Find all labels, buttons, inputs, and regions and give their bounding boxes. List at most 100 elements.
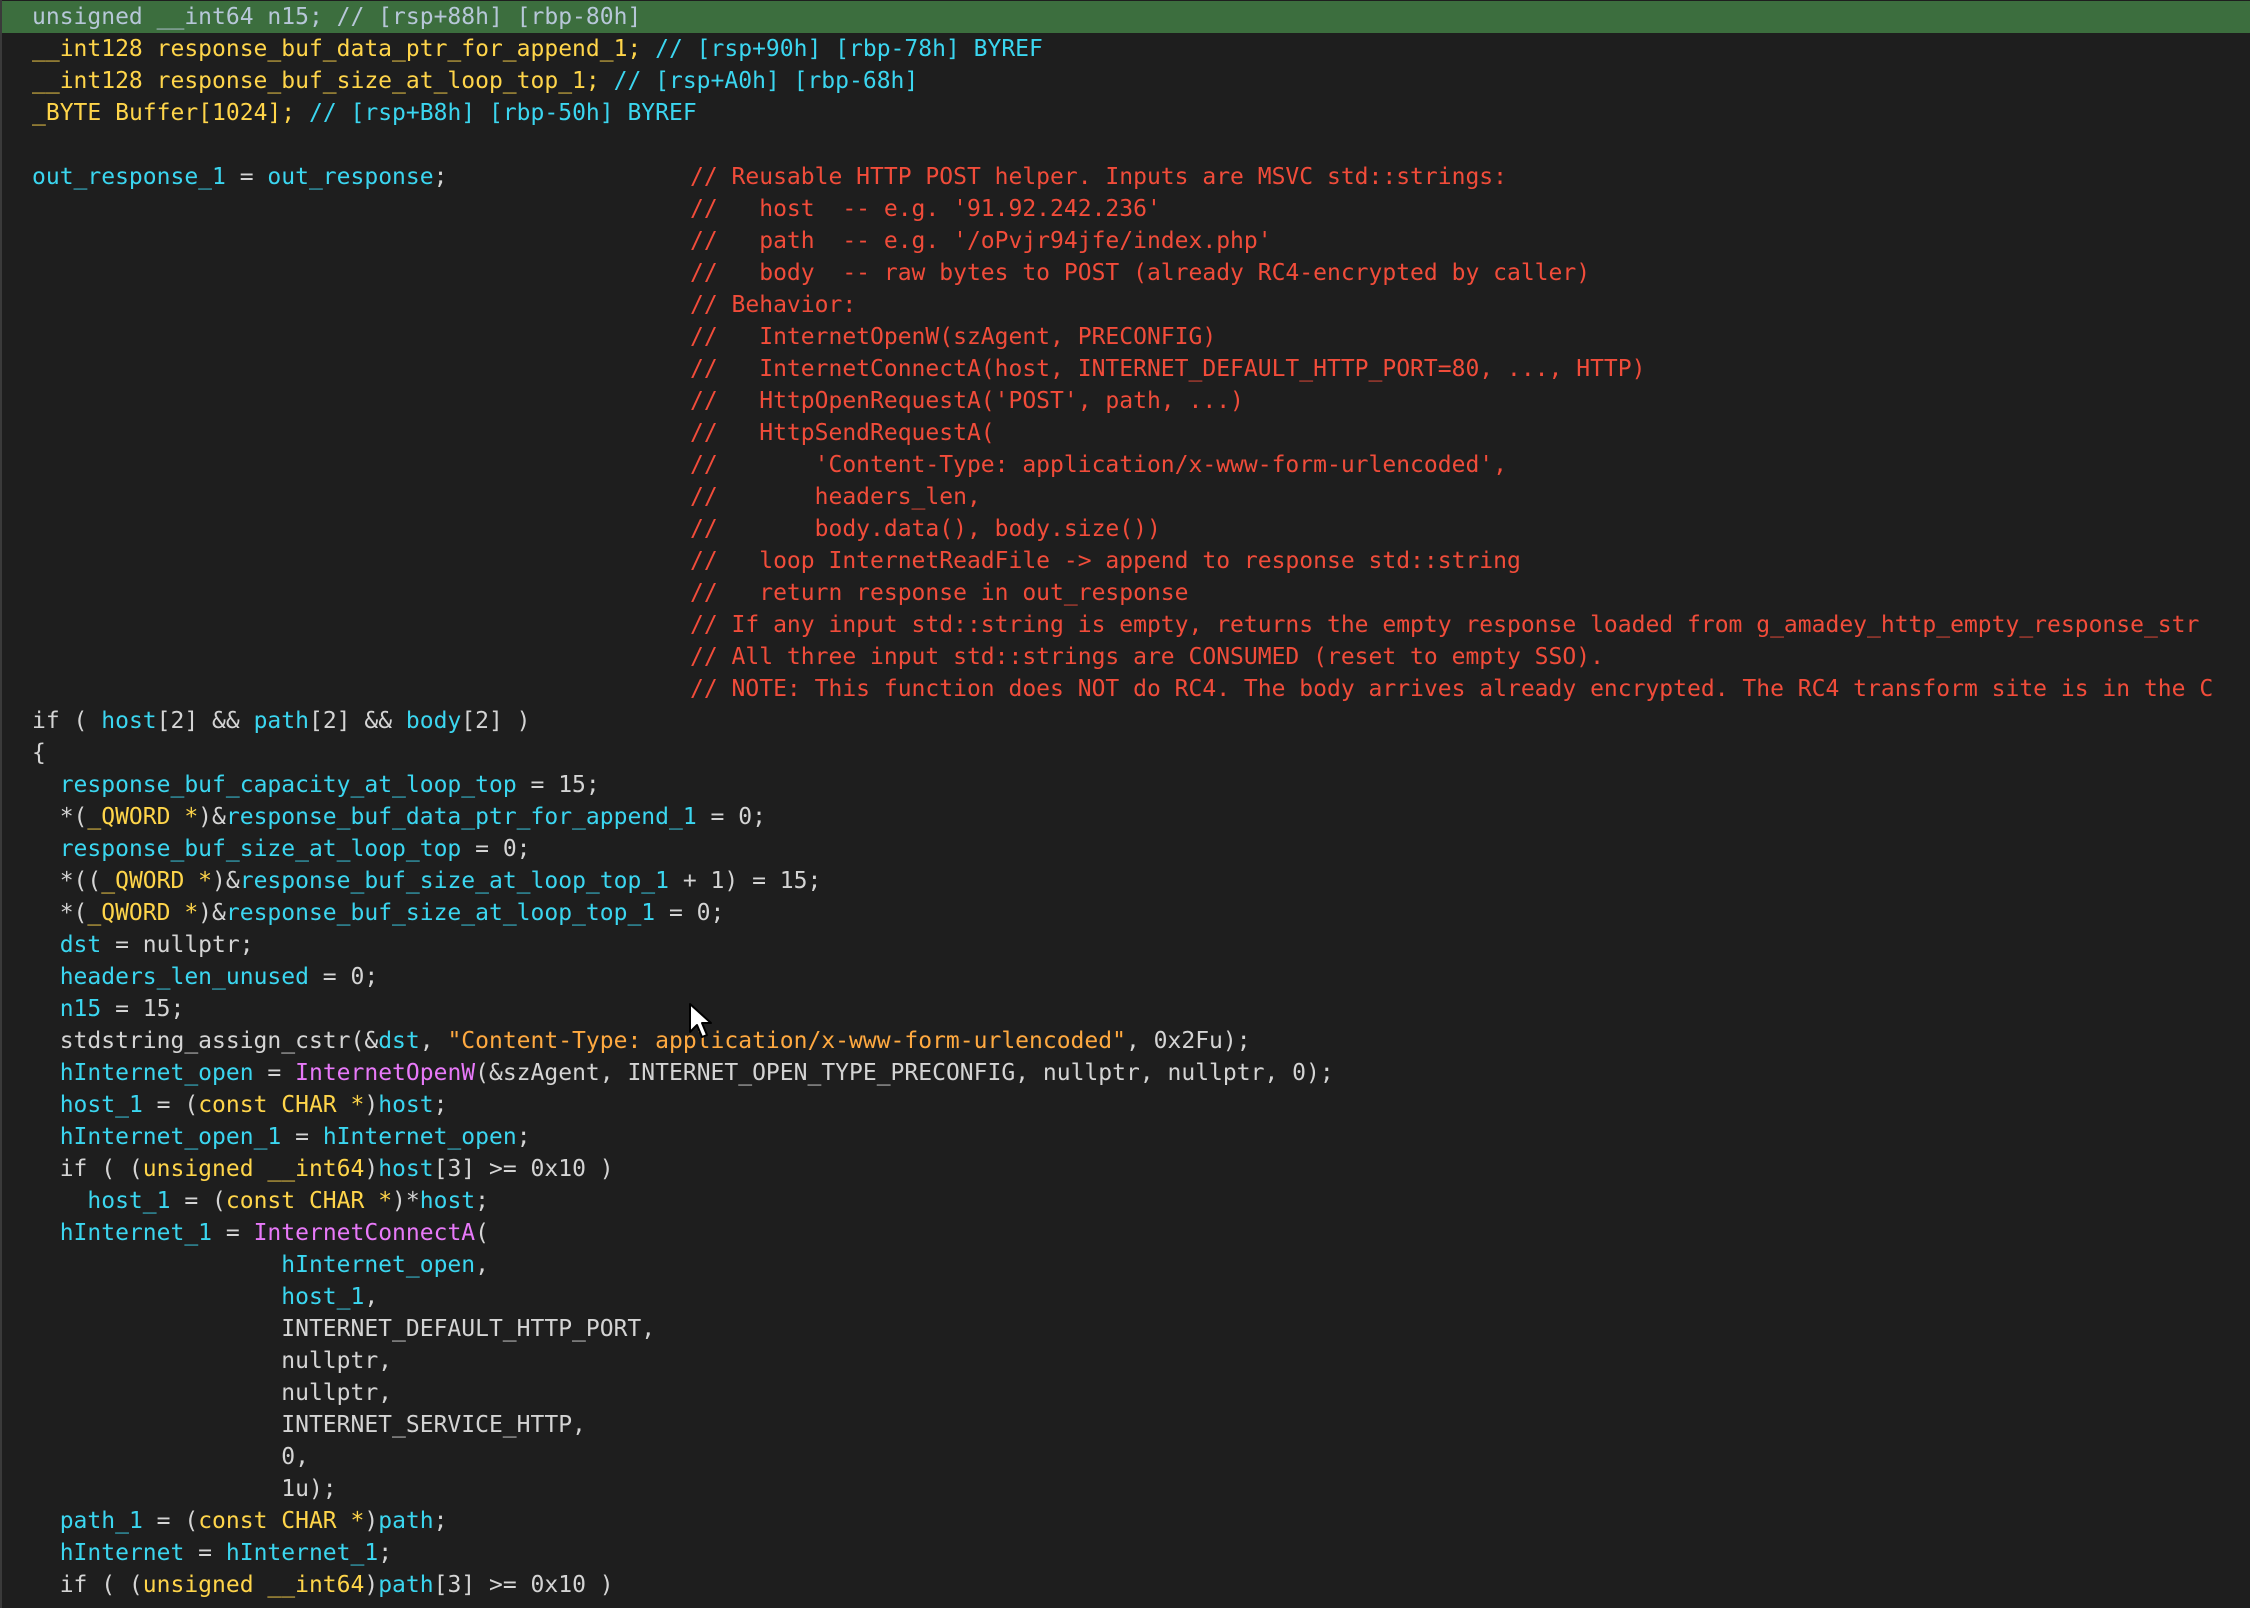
code-token[interactable]: = 0; (461, 836, 530, 862)
code-token[interactable]: _BYTE (32, 100, 101, 126)
code-token[interactable]: host_1 (87, 1188, 170, 1214)
code-token[interactable]: host (420, 1188, 475, 1214)
code-token[interactable]: unsigned __int64 n15; // [rsp+88h] [rbp-… (32, 4, 641, 30)
code-token[interactable]: __int128 (32, 36, 143, 62)
code-token[interactable]: hInternet_open (281, 1252, 475, 1278)
code-token[interactable]: *( (32, 900, 88, 926)
code-token[interactable] (32, 1060, 60, 1086)
code-line[interactable] (2, 289, 2250, 321)
code-token[interactable]: InternetConnectA (254, 1220, 476, 1246)
code-token[interactable]: const CHAR * (198, 1508, 364, 1534)
code-token[interactable] (32, 1124, 60, 1150)
code-token[interactable]: _QWORD * (87, 900, 198, 926)
code-token[interactable]: response_buf_size_at_loop_top (60, 836, 462, 862)
code-line[interactable]: if ( (unsigned __int64)host[3] >= 0x10 ) (2, 1153, 2250, 1185)
code-line[interactable]: nullptr, (2, 1377, 2250, 1409)
code-token[interactable]: 0, (32, 1444, 309, 1470)
code-token[interactable]: ; (517, 1124, 531, 1150)
code-line[interactable]: INTERNET_DEFAULT_HTTP_PORT, (2, 1313, 2250, 1345)
code-token[interactable]: InternetOpenW (295, 1060, 475, 1086)
code-token[interactable]: host (378, 1156, 433, 1182)
code-token[interactable]: = ( (170, 1188, 226, 1214)
code-token[interactable]: out_response_1 (32, 164, 226, 190)
code-token[interactable]: unsigned __int64 (143, 1156, 365, 1182)
code-token[interactable]: = nullptr; (101, 932, 253, 958)
code-token[interactable]: // [rsp+90h] [rbp-78h] BYREF (655, 36, 1043, 62)
code-token[interactable]: response_buf_size_at_loop_top_1 (240, 868, 669, 894)
code-line[interactable]: headers_len_unused = 0; (2, 961, 2250, 993)
code-line[interactable]: *(_QWORD *)&response_buf_size_at_loop_to… (2, 897, 2250, 929)
code-line[interactable]: *(_QWORD *)&response_buf_data_ptr_for_ap… (2, 801, 2250, 833)
code-line[interactable]: path_1 = (const CHAR *)path; (2, 1505, 2250, 1537)
code-token[interactable]: ( (475, 1220, 489, 1246)
code-token[interactable]: = ( (143, 1508, 199, 1534)
code-token[interactable] (32, 996, 60, 1022)
code-line[interactable]: if ( host[2] && path[2] && body[2] ) (2, 705, 2250, 737)
code-token[interactable]: = 0; (655, 900, 724, 926)
code-token[interactable]: response_buf_capacity_at_loop_top (60, 772, 517, 798)
code-token[interactable] (32, 1284, 281, 1310)
code-line[interactable] (2, 129, 2250, 161)
code-token[interactable]: [3] >= 0x10 ) (434, 1572, 614, 1598)
code-line-current[interactable]: unsigned __int64 n15; // [rsp+88h] [rbp-… (2, 1, 2250, 33)
code-token[interactable]: if ( ( (32, 1156, 143, 1182)
code-line[interactable]: _BYTE Buffer[1024]; // [rsp+B8h] [rbp-50… (2, 97, 2250, 129)
code-token[interactable]: )& (198, 804, 226, 830)
code-line[interactable]: stdstring_assign_cstr(&dst, "Content-Typ… (2, 1025, 2250, 1057)
code-token[interactable]: hInternet_open (60, 1060, 254, 1086)
code-token[interactable]: = (212, 1220, 254, 1246)
code-token[interactable]: *(( (32, 868, 102, 894)
code-token[interactable]: , (475, 1252, 489, 1278)
code-token[interactable]: Buffer[1024]; (101, 100, 309, 126)
code-token[interactable]: [2] && (157, 708, 254, 734)
code-token[interactable]: = ( (143, 1092, 199, 1118)
code-token[interactable] (32, 964, 60, 990)
code-line[interactable]: hInternet_1 = InternetConnectA( (2, 1217, 2250, 1249)
code-token[interactable]: response_buf_data_ptr_for_append_1; (143, 36, 655, 62)
code-token[interactable] (32, 1508, 60, 1534)
code-line[interactable]: hInternet_open_1 = hInternet_open; (2, 1121, 2250, 1153)
code-token[interactable]: INTERNET_SERVICE_HTTP, (32, 1412, 586, 1438)
code-token[interactable]: ; (434, 164, 448, 190)
code-token[interactable]: = 15; (517, 772, 600, 798)
code-token[interactable]: *( (32, 804, 88, 830)
code-token[interactable]: = 0; (697, 804, 766, 830)
code-token[interactable]: dst (60, 932, 102, 958)
code-token[interactable] (32, 932, 60, 958)
code-token[interactable] (32, 1540, 60, 1566)
code-token[interactable]: ; (475, 1188, 489, 1214)
code-token[interactable]: path (378, 1508, 433, 1534)
code-token[interactable]: { (32, 740, 46, 766)
code-token[interactable]: nullptr, (32, 1380, 392, 1406)
code-token[interactable]: = 0; (309, 964, 378, 990)
code-token[interactable]: unsigned __int64 (143, 1572, 365, 1598)
code-line[interactable]: host_1 = (const CHAR *)host; (2, 1089, 2250, 1121)
code-token[interactable]: response_buf_size_at_loop_top_1; (143, 68, 614, 94)
code-line[interactable]: n15 = 15; (2, 993, 2250, 1025)
code-token[interactable]: dst (378, 1028, 420, 1054)
code-token[interactable]: path (254, 708, 309, 734)
code-token[interactable]: ) (364, 1572, 378, 1598)
code-token[interactable]: response_buf_data_ptr_for_append_1 (226, 804, 697, 830)
code-token[interactable]: , (364, 1284, 378, 1310)
code-token[interactable] (32, 1220, 60, 1246)
code-line[interactable]: *((_QWORD *)&response_buf_size_at_loop_t… (2, 865, 2250, 897)
code-token[interactable] (32, 1092, 60, 1118)
code-token[interactable]: nullptr, (32, 1348, 392, 1374)
code-token[interactable]: out_response (267, 164, 433, 190)
code-line[interactable] (2, 481, 2250, 513)
code-line[interactable]: hInternet_open = InternetOpenW(&szAgent,… (2, 1057, 2250, 1089)
code-token[interactable]: )& (198, 900, 226, 926)
code-token[interactable]: ; (434, 1508, 448, 1534)
code-line[interactable]: 1u); (2, 1473, 2250, 1505)
code-line[interactable]: { (2, 737, 2250, 769)
code-token[interactable]: = (226, 164, 268, 190)
code-line[interactable]: nullptr, (2, 1345, 2250, 1377)
code-token[interactable]: path (378, 1572, 433, 1598)
code-token[interactable]: 1u); (32, 1476, 336, 1502)
code-line[interactable]: __int128 response_buf_size_at_loop_top_1… (2, 65, 2250, 97)
code-line[interactable] (2, 417, 2250, 449)
code-token[interactable]: host_1 (281, 1284, 364, 1310)
code-token[interactable]: _QWORD * (87, 804, 198, 830)
code-token[interactable]: [3] >= 0x10 ) (434, 1156, 614, 1182)
